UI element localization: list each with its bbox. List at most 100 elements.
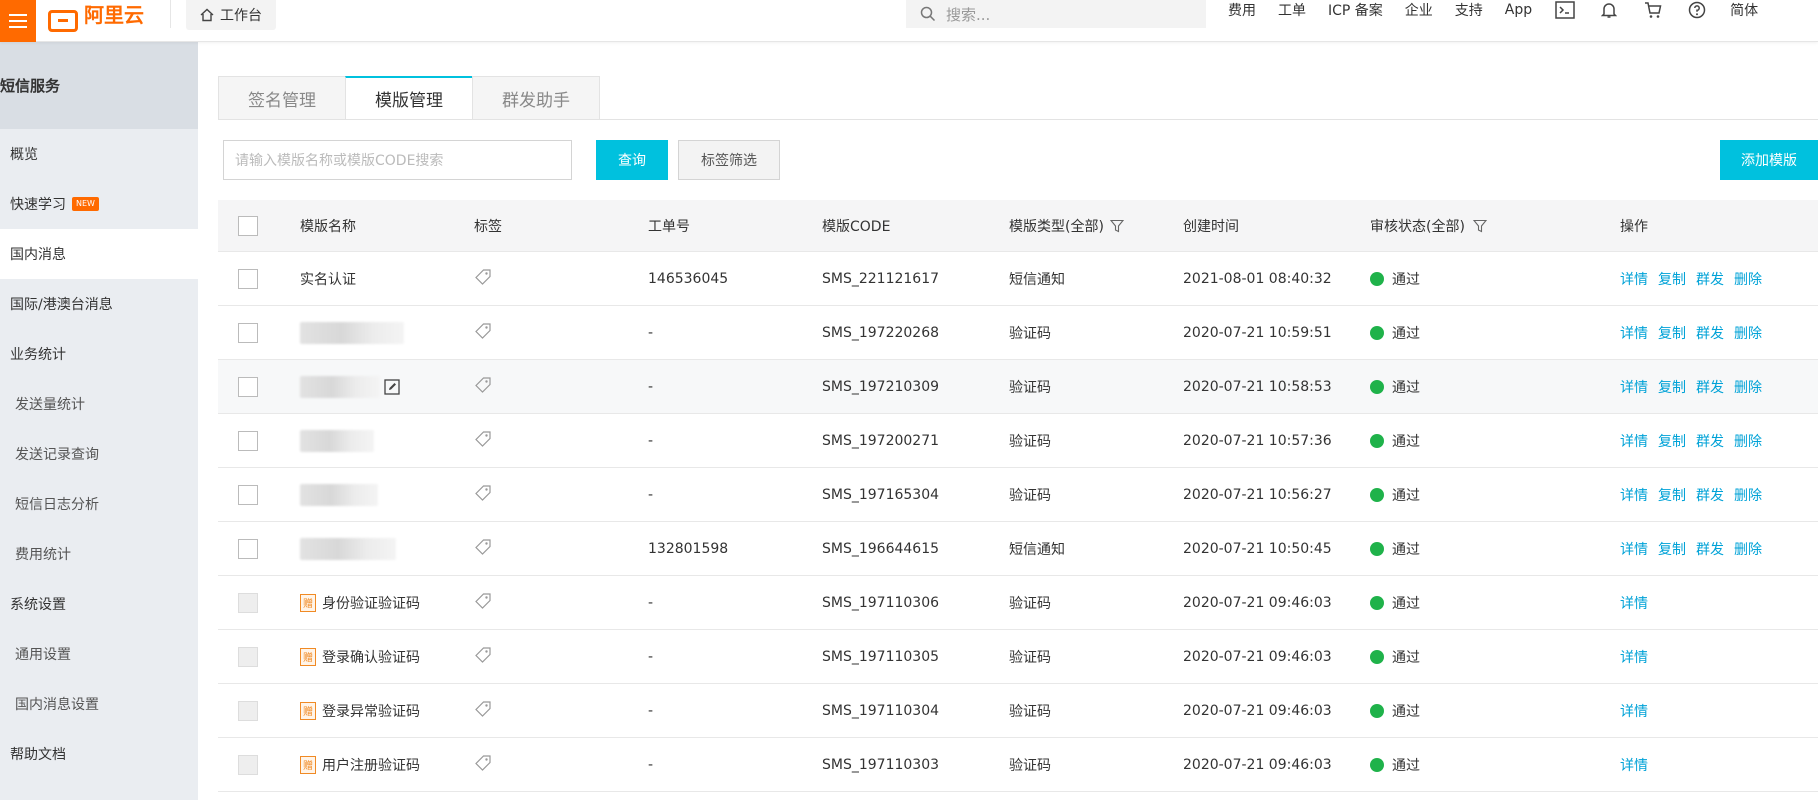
table-row[interactable]: - SMS_197200271 验证码 2020-07-21 10:57:36 通过 详情… [218,414,1818,468]
copy-link[interactable]: 复制 [1658,377,1686,397]
header-status[interactable]: 审核状态(全部) [1370,216,1620,236]
table-row[interactable]: 赠用户注册验证码 - SMS_197110303 验证码 2020-07-21 09:4… [218,738,1818,792]
created-time: 2020-07-21 09:46:03 [1183,702,1332,719]
terminal-icon[interactable] [1554,0,1576,20]
sidebar-item-send-records[interactable]: 发送记录查询 [0,429,198,479]
add-template-button[interactable]: 添加模版 [1720,140,1818,180]
sidebar-item-quick-learn[interactable]: 快速学习 NEW [0,179,198,229]
tag-icon[interactable] [474,484,492,506]
cart-icon[interactable] [1642,0,1664,20]
filter-icon[interactable] [1109,219,1124,233]
nav-enterprise[interactable]: 企业 [1405,0,1433,20]
row-checkbox [238,700,258,721]
workbench-button[interactable]: 工作台 [186,0,276,30]
sidebar-item-domestic-settings[interactable]: 国内消息设置 [0,679,198,729]
row-checkbox[interactable] [238,538,258,559]
logo[interactable]: 阿里云 [48,0,144,42]
row-checkbox[interactable] [238,484,258,505]
created-time: 2020-07-21 10:57:36 [1183,432,1332,449]
tag-icon[interactable] [474,646,492,668]
sidebar-item-cost-stats[interactable]: 费用统计 [0,529,198,579]
nav-support[interactable]: 支持 [1455,0,1483,20]
delete-link[interactable]: 删除 [1734,377,1762,397]
template-search-input[interactable]: 请输入模版名称或模版CODE搜索 [223,140,572,180]
tag-icon[interactable] [474,268,492,290]
sidebar-item-international[interactable]: 国际/港澳台消息 [0,279,198,329]
table-row[interactable]: 赠登录异常验证码 - SMS_197110304 验证码 2020-07-21 09:4… [218,684,1818,738]
copy-link[interactable]: 复制 [1658,485,1686,505]
copy-link[interactable]: 复制 [1658,323,1686,343]
tag-icon[interactable] [474,430,492,452]
tag-icon[interactable] [474,376,492,398]
details-link[interactable]: 详情 [1620,539,1648,559]
details-link[interactable]: 详情 [1620,269,1648,289]
details-link[interactable]: 详情 [1620,647,1648,667]
menu-icon[interactable] [0,0,36,42]
copy-link[interactable]: 复制 [1658,269,1686,289]
tag-icon[interactable] [474,592,492,614]
row-checkbox[interactable] [238,376,258,397]
table-row[interactable]: 132801598 SMS_196644615 短信通知 2020-07-21 10:… [218,522,1818,576]
help-icon[interactable] [1686,0,1708,20]
nav-app[interactable]: App [1505,2,1532,18]
details-link[interactable]: 详情 [1620,755,1648,775]
delete-link[interactable]: 删除 [1734,431,1762,451]
row-checkbox[interactable] [238,268,258,289]
table-row[interactable]: 实名认证 146536045 SMS_221121617 短信通知 2021-08-01… [218,252,1818,306]
language-switch[interactable]: 简体 [1730,0,1758,20]
nav-billing[interactable]: 费用 [1228,0,1256,20]
sidebar-item-domestic[interactable]: 国内消息 [0,229,198,279]
delete-link[interactable]: 删除 [1734,323,1762,343]
global-search-input[interactable]: 搜索... [906,0,1206,28]
details-link[interactable]: 详情 [1620,323,1648,343]
details-link[interactable]: 详情 [1620,377,1648,397]
query-button[interactable]: 查询 [596,140,668,180]
tab-template[interactable]: 模版管理 [345,76,473,120]
sidebar-item-overview[interactable]: 概览 [0,129,198,179]
edit-icon[interactable] [384,378,400,395]
table-row[interactable]: - SMS_197220268 验证码 2020-07-21 10:59:51 通过 详情… [218,306,1818,360]
bell-icon[interactable] [1598,0,1620,20]
copy-link[interactable]: 复制 [1658,539,1686,559]
sidebar-item-general-settings[interactable]: 通用设置 [0,629,198,679]
tag-icon[interactable] [474,700,492,722]
copy-link[interactable]: 复制 [1658,431,1686,451]
nav-icp[interactable]: ICP 备案 [1328,0,1383,20]
table-row[interactable]: - SMS_197165304 验证码 2020-07-21 10:56:27 通过 详情… [218,468,1818,522]
tab-signature[interactable]: 签名管理 [218,76,346,120]
delete-link[interactable]: 删除 [1734,485,1762,505]
sidebar-item-log-analysis[interactable]: 短信日志分析 [0,479,198,529]
tag-icon[interactable] [474,754,492,776]
sidebar-item-send-volume[interactable]: 发送量统计 [0,379,198,429]
bulk-send-link[interactable]: 群发 [1696,485,1724,505]
bulk-send-link[interactable]: 群发 [1696,269,1724,289]
tab-bulk-send[interactable]: 群发助手 [472,76,600,120]
select-all-checkbox[interactable] [238,215,258,236]
sidebar-item-help-docs[interactable]: 帮助文档 [0,729,198,779]
row-checkbox[interactable] [238,430,258,451]
nav-tickets[interactable]: 工单 [1278,0,1306,20]
created-time: 2020-07-21 09:46:03 [1183,594,1332,611]
tag-filter-button[interactable]: 标签筛选 [678,140,780,180]
bulk-send-link[interactable]: 群发 [1696,539,1724,559]
header-type[interactable]: 模版类型(全部) [1009,216,1183,236]
sidebar-item-system-settings[interactable]: 系统设置 [0,579,198,629]
details-link[interactable]: 详情 [1620,593,1648,613]
details-link[interactable]: 详情 [1620,485,1648,505]
details-link[interactable]: 详情 [1620,701,1648,721]
delete-link[interactable]: 删除 [1734,539,1762,559]
sidebar-item-business-stats[interactable]: 业务统计 [0,329,198,379]
table-row[interactable]: 赠身份验证验证码 - SMS_197110306 验证码 2020-07-21 09:4… [218,576,1818,630]
bulk-send-link[interactable]: 群发 [1696,377,1724,397]
table-row[interactable]: 赠登录确认验证码 - SMS_197110305 验证码 2020-07-21 09:4… [218,630,1818,684]
tag-icon[interactable] [474,322,492,344]
delete-link[interactable]: 删除 [1734,269,1762,289]
bulk-send-link[interactable]: 群发 [1696,323,1724,343]
bulk-send-link[interactable]: 群发 [1696,431,1724,451]
table-row[interactable]: - SMS_197210309 验证码 2020-07-21 10:58:53 通过 详情… [218,360,1818,414]
row-checkbox[interactable] [238,322,258,343]
filter-icon[interactable] [1472,219,1487,233]
tag-icon[interactable] [474,538,492,560]
details-link[interactable]: 详情 [1620,431,1648,451]
new-badge: NEW [72,197,99,211]
